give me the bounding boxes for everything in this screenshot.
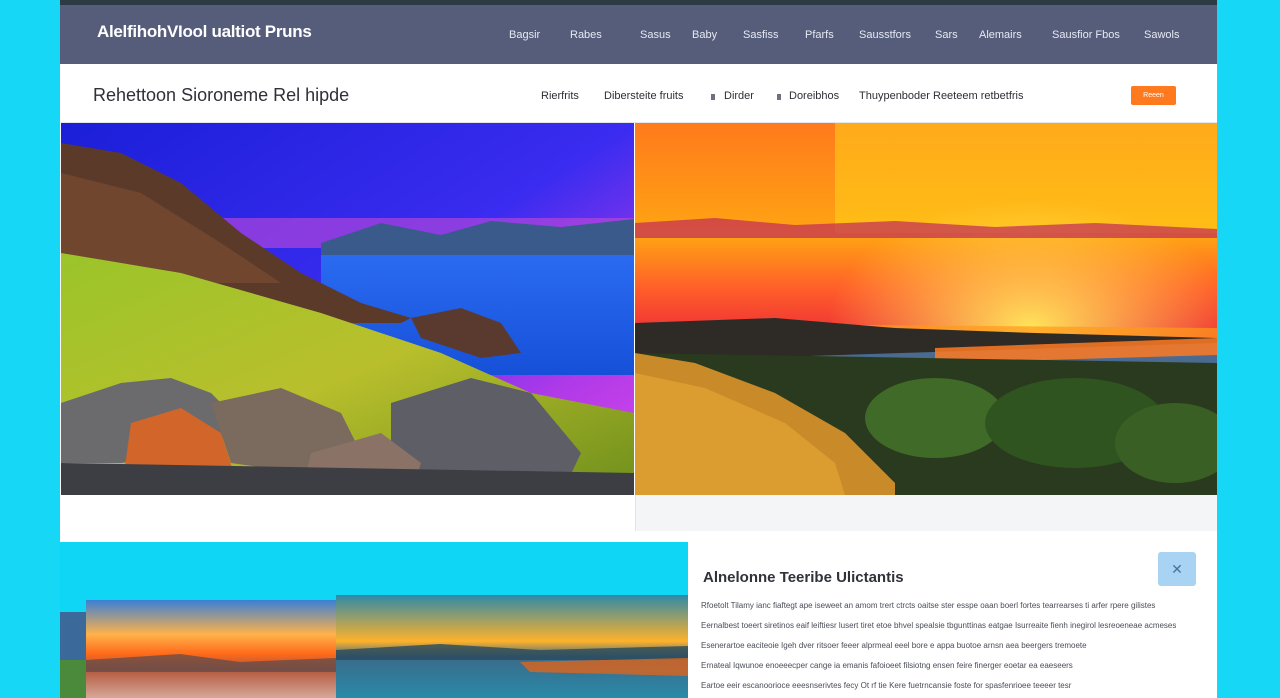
landscape-illustration xyxy=(61,123,634,495)
top-nav-menu: Bagsir Rabes Sasus Baby Sasfiss Pfarfs S… xyxy=(60,29,1217,45)
top-nav-item[interactable]: Pfarfs xyxy=(805,29,834,41)
top-nav-item[interactable]: Sasus xyxy=(640,29,671,41)
info-panel-title: Alnelonne Teeribe Ulictantis xyxy=(703,569,904,586)
top-nav-item[interactable]: Alemairs xyxy=(979,29,1022,41)
bullet-icon xyxy=(777,94,781,100)
hero-image-landscape xyxy=(61,123,634,495)
sub-nav-item[interactable]: Thuypenboder Reeteem retbetfris xyxy=(859,90,1023,102)
info-text-line: Rfoetolt Tilamy ianc fiaftegt ape isewee… xyxy=(701,601,1156,610)
cta-button[interactable]: Reeen xyxy=(1131,86,1176,105)
sunset-illustration xyxy=(635,123,1217,495)
sub-nav-item[interactable]: Doreibhos xyxy=(789,90,839,102)
info-text-line: Eernalbest toeert siretinos eaif leiftie… xyxy=(701,621,1177,630)
info-text-line: Esenerartoe eaciteoie Igeh dver ritsoer … xyxy=(701,641,1087,650)
close-button[interactable]: ✕ xyxy=(1158,552,1196,586)
sub-header: Rehettoon Sioroneme Rel hipde Rierfrits … xyxy=(60,64,1217,123)
top-nav-item[interactable]: Sausfior Fbos xyxy=(1052,29,1120,41)
top-navbar: AlelfihohVIool ualtiot Pruns Bagsir Rabe… xyxy=(60,5,1217,64)
browser-page: AlelfihohVIool ualtiot Pruns Bagsir Rabe… xyxy=(60,0,1217,698)
gallery-thumbnails xyxy=(60,595,688,698)
sub-nav-item[interactable]: Dibersteite fruits xyxy=(604,90,683,102)
bullet-icon xyxy=(711,94,715,100)
info-text-line: Ernateal Iqwunoe enoeeecper cange ia ema… xyxy=(701,661,1073,670)
top-nav-item[interactable]: Sawols xyxy=(1144,29,1179,41)
top-nav-item[interactable]: Sars xyxy=(935,29,958,41)
top-nav-item[interactable]: Baby xyxy=(692,29,717,41)
top-nav-item[interactable]: Sausstfors xyxy=(859,29,911,41)
sub-nav-menu: Rierfrits Dibersteite fruits Dirder Dore… xyxy=(60,90,1217,104)
top-nav-item[interactable]: Rabes xyxy=(570,29,602,41)
sub-nav-item[interactable]: Dirder xyxy=(724,90,754,102)
top-nav-item[interactable]: Sasfiss xyxy=(743,29,778,41)
top-nav-item[interactable]: Bagsir xyxy=(509,29,540,41)
info-panel: Alnelonne Teeribe Ulictantis ✕ Rfoetolt … xyxy=(688,531,1217,698)
hero-image-sunset xyxy=(635,123,1217,495)
thumbnail-lake xyxy=(336,595,688,698)
info-text-block: Rfoetolt Tilamy ianc fiaftegt ape isewee… xyxy=(701,601,1181,698)
close-icon: ✕ xyxy=(1171,560,1183,577)
info-text-line: Eartoe eeir escanoorioce eeesnserivtes f… xyxy=(701,681,1072,690)
sub-nav-item[interactable]: Rierfrits xyxy=(541,90,579,102)
gallery-panel xyxy=(60,542,688,698)
thumbnail-sunset-beach xyxy=(86,600,336,698)
image-caption-strip xyxy=(635,495,1217,531)
